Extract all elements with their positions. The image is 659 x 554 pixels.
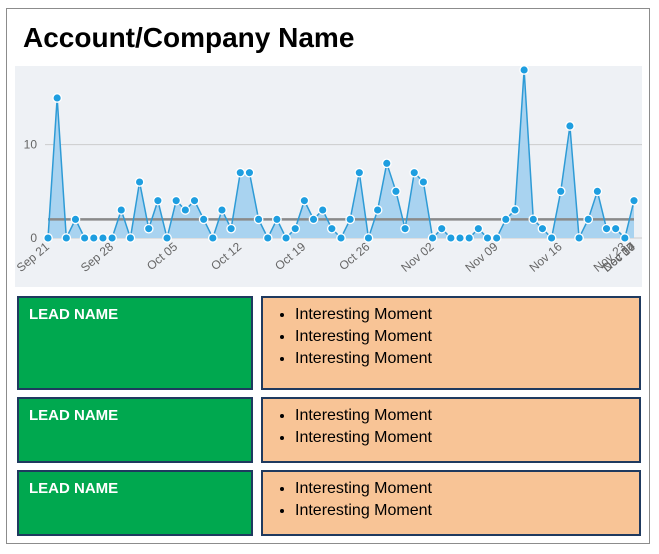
data-point xyxy=(436,223,447,234)
lead-name[interactable]: LEAD NAME xyxy=(17,470,253,536)
moment-item: Interesting Moment xyxy=(295,405,629,427)
y-tick-label: 0 xyxy=(30,231,37,245)
data-point xyxy=(299,195,310,206)
data-point xyxy=(629,195,639,206)
data-point xyxy=(317,205,328,215)
data-point xyxy=(253,214,264,225)
activity-chart-svg: 010Sep 21 Sep 28 Oct 05 Oct 12 Oct 19 Oct 26 N… xyxy=(15,66,642,275)
data-point xyxy=(418,177,429,187)
data-point xyxy=(491,233,502,243)
data-point xyxy=(565,121,575,131)
data-point xyxy=(180,205,191,215)
data-point xyxy=(107,233,117,243)
data-point xyxy=(455,233,465,243)
x-tick-label: Oct 12 xyxy=(208,239,244,273)
data-point xyxy=(290,223,301,234)
lead-row: LEAD NAME Interesting Moment Interesting… xyxy=(17,470,641,536)
data-point xyxy=(189,195,200,206)
data-point xyxy=(207,233,218,243)
moment-item: Interesting Moment xyxy=(295,326,629,348)
data-point xyxy=(409,167,420,178)
data-point xyxy=(43,233,53,243)
moments-box: Interesting Moment Interesting Moment xyxy=(261,397,641,463)
data-point xyxy=(52,93,63,103)
data-point xyxy=(244,167,255,178)
data-point xyxy=(354,167,365,178)
x-tick-label: Sep 28 xyxy=(78,239,116,274)
data-point xyxy=(345,214,356,225)
moments-box: Interesting Moment Interesting Moment xyxy=(261,470,641,536)
data-point xyxy=(363,233,374,243)
moments-box: Interesting Moment Interesting Moment In… xyxy=(261,296,641,390)
data-point xyxy=(235,167,246,178)
lead-name[interactable]: LEAD NAME xyxy=(17,397,253,463)
data-point xyxy=(510,205,520,215)
data-point xyxy=(198,214,209,225)
data-point xyxy=(537,223,548,234)
y-tick-label: 10 xyxy=(24,138,38,152)
x-tick-label: Nov 09 xyxy=(462,239,500,274)
x-tick-label: Nov 02 xyxy=(398,239,436,274)
data-point xyxy=(272,214,282,225)
data-point xyxy=(153,195,163,206)
x-tick-label: Oct 19 xyxy=(272,239,308,273)
data-point xyxy=(555,186,566,197)
moment-item: Interesting Moment xyxy=(295,500,629,522)
data-point xyxy=(116,205,127,215)
data-point xyxy=(473,223,484,234)
data-point xyxy=(400,223,410,234)
data-point xyxy=(391,186,401,197)
area-fill xyxy=(48,69,634,238)
data-point xyxy=(500,214,511,225)
data-point xyxy=(381,158,392,169)
data-point xyxy=(134,177,145,187)
data-point xyxy=(372,205,383,215)
data-point xyxy=(217,205,227,215)
data-point xyxy=(171,195,182,206)
data-point xyxy=(125,233,136,243)
data-point xyxy=(88,233,99,243)
data-point xyxy=(528,214,539,225)
x-tick-label: Nov 16 xyxy=(527,239,565,274)
data-point xyxy=(464,233,475,243)
data-point xyxy=(70,214,81,225)
page-title: Account/Company Name xyxy=(23,22,355,53)
data-point xyxy=(262,233,273,243)
moment-item: Interesting Moment xyxy=(295,348,629,370)
lead-row: LEAD NAME Interesting Moment Interesting… xyxy=(17,296,641,390)
data-point xyxy=(583,214,594,225)
data-point xyxy=(61,233,72,243)
moment-item: Interesting Moment xyxy=(295,304,629,326)
x-tick-label: Oct 26 xyxy=(336,239,372,273)
activity-chart: 0 10 Sep 21 Sep 28 Oct 05 Oct 12 Oct 19 Oct 26 N… xyxy=(15,66,642,287)
data-point xyxy=(601,223,612,234)
moment-item: Interesting Moment xyxy=(295,478,629,500)
data-point xyxy=(143,223,154,234)
data-point xyxy=(79,233,90,243)
data-point xyxy=(326,223,337,234)
data-point xyxy=(446,233,456,243)
data-point xyxy=(308,214,319,225)
data-point xyxy=(592,186,603,197)
data-point xyxy=(226,223,236,234)
data-point xyxy=(610,223,621,234)
data-point xyxy=(574,233,584,243)
moment-item: Interesting Moment xyxy=(295,427,629,449)
x-tick-label: Oct 05 xyxy=(144,239,180,273)
data-point xyxy=(336,233,346,243)
data-point xyxy=(519,66,529,75)
lead-name[interactable]: LEAD NAME xyxy=(17,296,253,390)
data-point xyxy=(427,233,438,243)
lead-row: LEAD NAME Interesting Moment Interesting… xyxy=(17,397,641,463)
data-point xyxy=(281,233,291,243)
